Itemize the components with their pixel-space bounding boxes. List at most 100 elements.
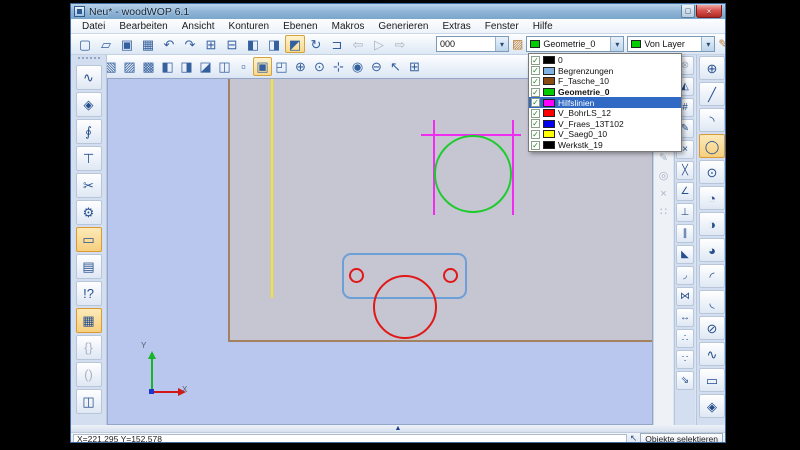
- postprocessor-button[interactable]: ⊐: [327, 35, 347, 53]
- layer-visibility-checkbox[interactable]: ✓: [531, 140, 540, 150]
- view-3d-button[interactable]: ◩: [285, 35, 305, 53]
- circle-3point-button[interactable]: ◑: [699, 212, 725, 236]
- toolbar-grip[interactable]: [77, 57, 100, 61]
- layer-row-v-saeg[interactable]: ✓ V_Saeg0_10: [529, 129, 681, 140]
- layer-row-v-bohrls[interactable]: ✓ V_BohrLS_12: [529, 108, 681, 119]
- cross-button[interactable]: ×: [656, 186, 672, 202]
- layer-visibility-checkbox[interactable]: ✓: [531, 108, 540, 118]
- export-contour-button[interactable]: ⇘: [676, 371, 694, 390]
- layer-row-0[interactable]: ✓ 0: [529, 55, 681, 66]
- trim-element-button[interactable]: ╳: [676, 161, 694, 180]
- spline-macro-button[interactable]: ∿: [699, 342, 725, 366]
- drill-hole-right[interactable]: [443, 268, 458, 283]
- circle-tangent-button[interactable]: ◕: [699, 238, 725, 262]
- view-cube-right-button[interactable]: ◧: [158, 57, 177, 76]
- view-side-button[interactable]: ◨: [264, 35, 284, 53]
- menu-generieren[interactable]: Generieren: [371, 21, 435, 32]
- layer-visibility-checkbox[interactable]: ✓: [531, 129, 540, 139]
- drill-macro-button[interactable]: ∮: [75, 119, 102, 144]
- chamfer-button[interactable]: ◣: [676, 245, 694, 264]
- contour-macro-button[interactable]: ∿: [75, 65, 102, 90]
- parallel-button[interactable]: ∥: [676, 224, 694, 243]
- menu-hilfe[interactable]: Hilfe: [526, 21, 560, 32]
- layer-row-v-fraes[interactable]: ✓ V_Fraes_13T102: [529, 119, 681, 130]
- snap-grid-button[interactable]: ⊞: [405, 57, 424, 76]
- canvas-splitter[interactable]: ▲: [71, 425, 725, 432]
- layer-row-werkstk[interactable]: ✓ Werkstk_19: [529, 140, 681, 151]
- layer-row-begrenzungen[interactable]: ✓ Begrenzungen: [529, 66, 681, 77]
- menu-ansicht[interactable]: Ansicht: [175, 21, 222, 32]
- step-forward-button[interactable]: ⇨: [390, 35, 410, 53]
- surface-macro-button[interactable]: ◈: [75, 92, 102, 117]
- menu-extras[interactable]: Extras: [435, 21, 477, 32]
- mirror-button[interactable]: ⋈: [676, 287, 694, 306]
- new-button[interactable]: ▢: [75, 35, 95, 53]
- circle-center-radius-button[interactable]: ⊙: [699, 160, 725, 184]
- chevron-down-icon[interactable]: ▾: [495, 37, 508, 51]
- section-view-button[interactable]: ◰: [272, 57, 291, 76]
- new-component-button[interactable]: ▣: [117, 35, 137, 53]
- fill-color-icon[interactable]: ▨: [512, 37, 523, 51]
- view-cube-left-button[interactable]: ▩: [139, 57, 158, 76]
- zoom-dynamic-button[interactable]: ◉: [348, 57, 367, 76]
- point-macro-button[interactable]: ⊕: [699, 56, 725, 80]
- components-button[interactable]: ▦: [75, 308, 102, 333]
- circular-saw-macro-button[interactable]: ⚙: [75, 200, 102, 225]
- zoom-window-button[interactable]: ⊙: [310, 57, 329, 76]
- chevron-down-icon[interactable]: ▾: [610, 37, 624, 51]
- menu-fenster[interactable]: Fenster: [478, 21, 526, 32]
- comment-button[interactable]: !?: [75, 281, 102, 306]
- layer-visibility-checkbox[interactable]: ✓: [531, 87, 540, 97]
- new-layer-button[interactable]: ⊞: [201, 35, 221, 53]
- line-macro-button[interactable]: ╱: [699, 82, 725, 106]
- rectangle-macro-button[interactable]: ▭: [699, 368, 725, 392]
- ring-button[interactable]: ◎: [656, 168, 672, 184]
- view-cube-dashed-button[interactable]: ▫: [234, 57, 253, 76]
- menu-datei[interactable]: Datei: [75, 21, 112, 32]
- layer-visibility-checkbox[interactable]: ✓: [531, 76, 540, 86]
- polyline-node-button[interactable]: ∴: [676, 329, 694, 348]
- menu-makros[interactable]: Makros: [325, 21, 372, 32]
- open-button[interactable]: ▱: [96, 35, 116, 53]
- close-button[interactable]: ×: [696, 5, 722, 18]
- layer-combo[interactable]: Geometrie_0 ▾: [526, 36, 625, 52]
- rectangle-pocket-macro-button[interactable]: ▭: [75, 227, 102, 252]
- copy-layer-button[interactable]: ⊟: [222, 35, 242, 53]
- menu-ebenen[interactable]: Ebenen: [276, 21, 324, 32]
- circle-2point-button[interactable]: ◔: [699, 186, 725, 210]
- view-front-button[interactable]: ◧: [243, 35, 263, 53]
- layer-row-f-tasche[interactable]: ✓ F_Tasche_10: [529, 76, 681, 87]
- selection-mode-button[interactable]: Objekte selektieren: [640, 433, 723, 442]
- menu-konturen[interactable]: Konturen: [222, 21, 277, 32]
- draw-pencil-button[interactable]: ✎: [656, 150, 672, 166]
- layer-visibility-checkbox[interactable]: ✓: [531, 119, 540, 129]
- layer-row-geometrie[interactable]: ✓ Geometrie_0: [529, 87, 681, 98]
- perpendicular-button[interactable]: ⊥: [676, 203, 694, 222]
- step-back-button[interactable]: ⇦: [348, 35, 368, 53]
- select-cursor-button[interactable]: ↖: [386, 57, 405, 76]
- program-number-combo[interactable]: 000 ▾: [436, 36, 509, 52]
- title-bar[interactable]: Neu* - woodWOP 6.1 ▢ ×: [71, 4, 725, 19]
- layer-visibility-checkbox[interactable]: ✓: [531, 66, 540, 76]
- chevron-down-icon[interactable]: ▾: [701, 37, 715, 51]
- saw-line-yellow[interactable]: [271, 79, 273, 298]
- stretch-button[interactable]: ↔: [676, 308, 694, 327]
- zoom-previous-button[interactable]: ⊖: [367, 57, 386, 76]
- save-button[interactable]: ▦: [138, 35, 158, 53]
- drill-hole-left[interactable]: [349, 268, 364, 283]
- group-parens-button[interactable]: (): [75, 362, 102, 387]
- view-cube-back-button[interactable]: ◨: [177, 57, 196, 76]
- view-cube-front-button[interactable]: ▨: [120, 57, 139, 76]
- block-button[interactable]: ◫: [75, 389, 102, 414]
- vertical-drill-macro-button[interactable]: ⊤: [75, 146, 102, 171]
- geometry-circle-green[interactable]: [434, 135, 512, 213]
- saw-macro-button[interactable]: ✂: [75, 173, 102, 198]
- undo-button[interactable]: ↶: [159, 35, 179, 53]
- fit-view-button[interactable]: ▣: [253, 56, 272, 76]
- view-cube-bottom-button[interactable]: ◪: [196, 57, 215, 76]
- circle-macro-button[interactable]: ◯: [699, 134, 725, 158]
- dot-grid-button[interactable]: ∷: [656, 204, 672, 220]
- pocket-macro-button[interactable]: ◈: [699, 394, 725, 418]
- angle-dimension-button[interactable]: ∠: [676, 182, 694, 201]
- group-braces-button[interactable]: {}: [75, 335, 102, 360]
